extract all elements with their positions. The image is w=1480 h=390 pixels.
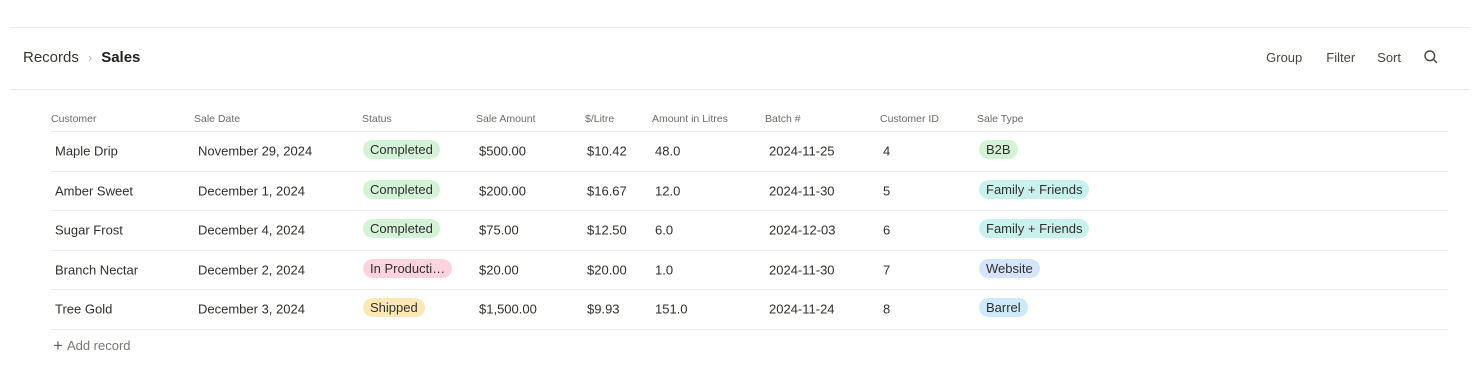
cell-customer[interactable]: Sugar Frost bbox=[55, 223, 123, 238]
sale-type-badge: Family + Friends bbox=[979, 179, 1090, 199]
status-badge: Completed bbox=[363, 219, 440, 239]
column-sale-date-header[interactable]: Sale Date bbox=[194, 113, 240, 125]
cell-per-litre[interactable]: $9.93 bbox=[587, 302, 620, 317]
table-row[interactable]: Amber Sweet December 1, 2024 Completed $200… bbox=[51, 172, 1448, 211]
cell-customer[interactable]: Branch Nectar bbox=[55, 262, 138, 277]
cell-litres[interactable]: 6.0 bbox=[655, 223, 673, 238]
status-badge: Shipped bbox=[363, 298, 425, 318]
cell-batch[interactable]: 2024-12-03 bbox=[769, 223, 836, 238]
cell-sale-type[interactable]: B2B bbox=[979, 140, 1018, 162]
cell-sale-type[interactable]: Family + Friends bbox=[979, 179, 1090, 202]
cell-litres[interactable]: 151.0 bbox=[655, 302, 688, 317]
cell-sale-type[interactable]: Barrel bbox=[979, 298, 1028, 320]
cell-customer[interactable]: Tree Gold bbox=[55, 302, 112, 317]
filter-button[interactable]: Filter bbox=[1326, 50, 1355, 65]
column-amount-in-litres-header[interactable]: Amount in Litres bbox=[652, 113, 728, 125]
cell-batch[interactable]: 2024-11-24 bbox=[769, 302, 835, 317]
cell-sale-date[interactable]: December 4, 2024 bbox=[198, 223, 305, 238]
table-header-row: Customer Sale Date Status Sale Amount $/Litr… bbox=[51, 105, 1448, 132]
column-sale-type-header[interactable]: Sale Type bbox=[977, 113, 1024, 125]
cell-per-litre[interactable]: $20.00 bbox=[587, 262, 627, 277]
cell-customer-id[interactable]: 5 bbox=[883, 183, 890, 198]
breadcrumb-records[interactable]: Records bbox=[23, 49, 79, 66]
cell-sale-date[interactable]: December 1, 2024 bbox=[198, 183, 305, 198]
status-badge: Completed bbox=[363, 140, 440, 160]
sale-type-badge: Family + Friends bbox=[979, 219, 1090, 239]
cell-customer[interactable]: Maple Drip bbox=[55, 144, 118, 159]
cell-litres[interactable]: 1.0 bbox=[655, 262, 673, 277]
column-status-header[interactable]: Status bbox=[362, 113, 392, 125]
cell-sale-amount[interactable]: $20.00 bbox=[479, 262, 519, 277]
table-row[interactable]: Branch Nectar December 2, 2024 In Producti… bbox=[51, 251, 1448, 290]
cell-customer-id[interactable]: 6 bbox=[883, 223, 890, 238]
status-badge: Completed bbox=[363, 179, 440, 199]
cell-status[interactable]: Completed bbox=[363, 140, 440, 162]
table-body: Maple Drip November 29, 2024 Completed $500… bbox=[51, 132, 1448, 330]
column-customer-header[interactable]: Customer bbox=[51, 113, 97, 125]
cell-sale-type[interactable]: Website bbox=[979, 258, 1040, 281]
cell-customer-id[interactable]: 7 bbox=[883, 262, 890, 277]
sort-button[interactable]: Sort bbox=[1377, 50, 1401, 65]
cell-sale-amount[interactable]: $1,500.00 bbox=[479, 302, 537, 317]
search-icon[interactable] bbox=[1423, 49, 1439, 65]
table-row[interactable]: Maple Drip November 29, 2024 Completed $500… bbox=[51, 132, 1448, 172]
add-record-button[interactable]: + Add record bbox=[53, 335, 131, 355]
cell-sale-date[interactable]: December 3, 2024 bbox=[198, 302, 305, 317]
view-header: Records › Sales Group Filter Sort bbox=[10, 28, 1470, 90]
cell-per-litre[interactable]: $12.50 bbox=[587, 223, 627, 238]
cell-sale-date[interactable]: November 29, 2024 bbox=[198, 144, 312, 159]
column-batch-header[interactable]: Batch # bbox=[765, 113, 801, 125]
cell-customer-id[interactable]: 4 bbox=[883, 144, 890, 159]
cell-status[interactable]: Completed bbox=[363, 219, 440, 241]
status-badge: In Producti… bbox=[363, 258, 453, 278]
cell-sale-type[interactable]: Family + Friends bbox=[979, 219, 1090, 241]
cell-customer[interactable]: Amber Sweet bbox=[55, 183, 133, 198]
cell-sale-amount[interactable]: $200.00 bbox=[479, 183, 526, 198]
view-toolbar: Group Filter Sort bbox=[1266, 49, 1439, 65]
cell-sale-amount[interactable]: $500.00 bbox=[479, 144, 526, 159]
cell-per-litre[interactable]: $10.42 bbox=[587, 144, 627, 159]
group-button[interactable]: Group bbox=[1266, 50, 1302, 65]
cell-sale-amount[interactable]: $75.00 bbox=[479, 223, 519, 238]
cell-litres[interactable]: 48.0 bbox=[655, 144, 680, 159]
breadcrumb: Records › Sales bbox=[23, 49, 140, 66]
cell-per-litre[interactable]: $16.67 bbox=[587, 183, 627, 198]
column-sale-amount-header[interactable]: Sale Amount bbox=[476, 113, 536, 125]
table-row[interactable]: Sugar Frost December 4, 2024 Completed $75.… bbox=[51, 211, 1448, 251]
sale-type-badge: Website bbox=[979, 258, 1040, 278]
breadcrumb-separator-icon: › bbox=[87, 50, 93, 65]
add-record-label: Add record bbox=[66, 338, 131, 353]
column-customer-id-header[interactable]: Customer ID bbox=[880, 113, 939, 125]
cell-status[interactable]: Shipped bbox=[363, 298, 425, 320]
breadcrumb-current-sales: Sales bbox=[101, 49, 141, 66]
cell-status[interactable]: Completed bbox=[363, 179, 440, 202]
cell-batch[interactable]: 2024-11-30 bbox=[769, 183, 835, 198]
cell-batch[interactable]: 2024-11-25 bbox=[769, 144, 835, 159]
sales-table: Customer Sale Date Status Sale Amount $/Litr… bbox=[51, 105, 1448, 330]
sale-type-badge: B2B bbox=[979, 140, 1018, 160]
cell-status[interactable]: In Producti… bbox=[363, 258, 453, 281]
cell-litres[interactable]: 12.0 bbox=[655, 183, 680, 198]
plus-icon: + bbox=[53, 335, 63, 355]
sale-type-badge: Barrel bbox=[979, 298, 1028, 318]
cell-batch[interactable]: 2024-11-30 bbox=[769, 262, 835, 277]
table-row[interactable]: Tree Gold December 3, 2024 Shipped $1,500.0… bbox=[51, 290, 1448, 330]
column-per-litre-header[interactable]: $/Litre bbox=[585, 113, 614, 125]
cell-sale-date[interactable]: December 2, 2024 bbox=[198, 262, 305, 277]
cell-customer-id[interactable]: 8 bbox=[883, 302, 890, 317]
